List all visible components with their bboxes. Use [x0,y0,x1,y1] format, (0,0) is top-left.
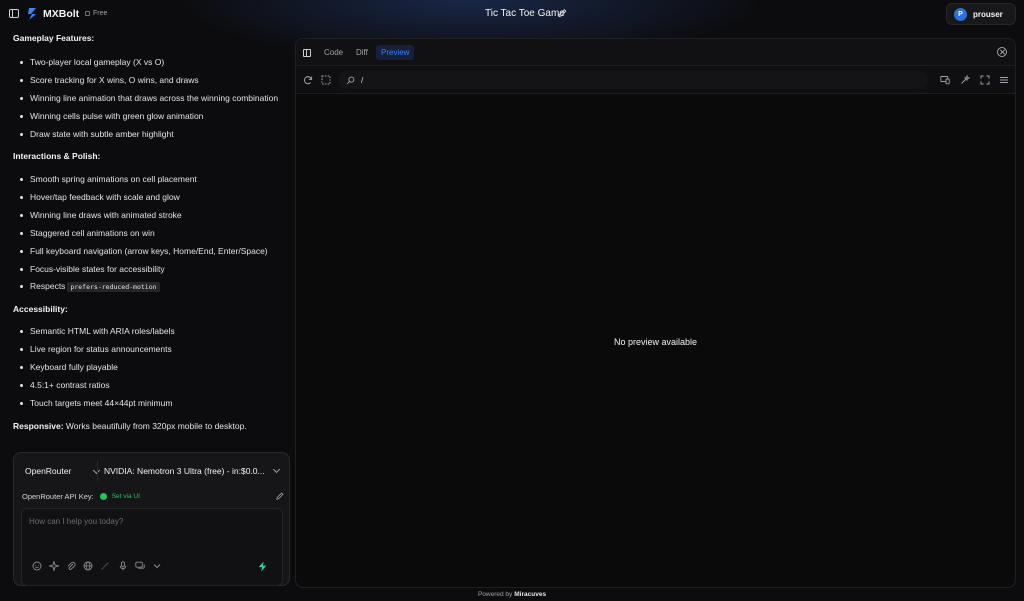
brand-name[interactable]: MXBolt [43,8,79,20]
divider [97,461,98,481]
paperclip-icon[interactable] [66,561,76,571]
lightning-icon [258,561,266,571]
microphone-icon[interactable] [118,561,128,571]
prompt-input[interactable] [29,517,274,547]
chevron-down-icon [272,465,281,474]
devices-icon[interactable] [940,75,950,85]
chat-composer: OpenRouter NVIDIA: Nemotron 3 Ultra (fre… [13,452,290,586]
pencil-icon[interactable] [276,492,284,500]
responsive-text: Works beautifully from 320px mobile to d… [65,421,247,431]
tab-code[interactable]: Code [319,45,348,60]
search-icon [346,76,355,84]
footer-brand[interactable]: Miracuves [514,591,546,598]
expand-icon[interactable] [980,75,990,85]
accessibility-heading: Accessibility: [13,304,68,314]
list-item: Winning cells pulse with green glow anim… [19,111,203,121]
chat-transcript: Gameplay Features: Two-player local game… [0,28,296,448]
plan-badge: Free [85,10,107,17]
responsive-note: Responsive: Works beautifully from 320px… [13,421,247,431]
list-item: 4.5:1+ contrast ratios [20,380,110,390]
face-icon[interactable] [32,561,42,571]
top-header: MXBolt Free Tic Tac Toe Game P prouser [0,0,1024,28]
provider-label: OpenRouter [25,466,72,476]
tab-preview[interactable]: Preview [376,45,415,60]
list-item: Touch targets meet 44×44pt minimum [19,398,172,408]
chevron-down-icon[interactable] [152,561,162,571]
list-item: Hover/tap feedback with scale and glow [20,192,180,202]
interactions-heading: Interactions & Polish: [13,151,101,161]
sparkle-icon[interactable] [49,561,59,571]
list-item: Focus-visible states for accessibility [20,264,165,274]
responsive-label: Responsive: [13,421,64,431]
footer-prefix: Powered by [477,591,513,598]
panel-toggle-icon[interactable] [303,49,311,57]
list-item: Score tracking for X wins, O wins, and d… [20,75,199,85]
close-icon[interactable] [997,47,1007,57]
api-key-row: OpenRouter API Key: Set via UI [22,490,284,502]
prompt-box [21,508,283,586]
chat-icon[interactable] [135,561,145,571]
list-item: Winning line animation that draws across… [19,93,278,103]
api-key-label: OpenRouter API Key: [22,491,94,501]
url-text: / [361,75,364,85]
username: prouser [973,9,1003,19]
empty-message: No preview available [613,336,698,347]
list-item: Staggered cell animations on win [20,228,155,238]
list-item: Two-player local gameplay (X vs O) [19,57,164,67]
model-label: NVIDIA: Nemotron 3 Ultra (free) - in:$0.… [104,466,265,476]
model-select[interactable]: NVIDIA: Nemotron 3 Ultra (free) - in:$0.… [104,462,284,480]
logo-icon [28,8,36,20]
inline-code: prefers-reduced-motion [67,282,160,292]
provider-select[interactable]: OpenRouter [21,462,101,480]
list-item: Keyboard fully playable [20,362,118,372]
project-title: Tic Tac Toe Game [485,8,565,19]
globe-icon[interactable] [83,561,93,571]
list-item: Draw state with subtle amber highlight [20,129,174,139]
empty-preview: No preview available [296,94,1015,587]
gameplay-heading: Gameplay Features: [13,33,95,43]
list-item: Live region for status announcements [20,344,172,354]
status-dot-icon [99,492,107,500]
url-input[interactable]: / [338,71,928,89]
tabs-bar: Code Diff Preview [296,39,1015,66]
list-item: Respects prefers-reduced-motion [20,281,160,292]
api-key-status: Set via UI [111,492,140,500]
plan-icon [85,11,90,16]
list-item: Semantic HTML with ARIA roles/labels [20,326,175,336]
list-item: Full keyboard navigation (arrow keys, Ho… [20,246,268,256]
refresh-icon[interactable] [303,75,313,85]
plan-label: Free [93,10,108,17]
list-item: Smooth spring animations on cell placeme… [20,174,197,184]
wand-icon[interactable] [100,561,110,571]
avatar: P [954,7,967,21]
pencil-icon[interactable] [558,8,567,18]
user-menu-button[interactable]: P prouser [946,3,1016,25]
tab-diff[interactable]: Diff [351,45,373,60]
list-item: Winning line draws with animated stroke [20,210,182,220]
selection-icon[interactable] [321,75,331,85]
send-button[interactable] [254,558,270,574]
magic-icon[interactable] [960,75,970,85]
menu-icon[interactable] [999,75,1009,85]
footer: Powered by Miracuves [0,588,1024,601]
address-bar: / [296,66,1015,94]
preview-panel: Code Diff Preview / No preview available [295,38,1016,588]
sidebar-toggle-icon[interactable] [9,9,19,18]
